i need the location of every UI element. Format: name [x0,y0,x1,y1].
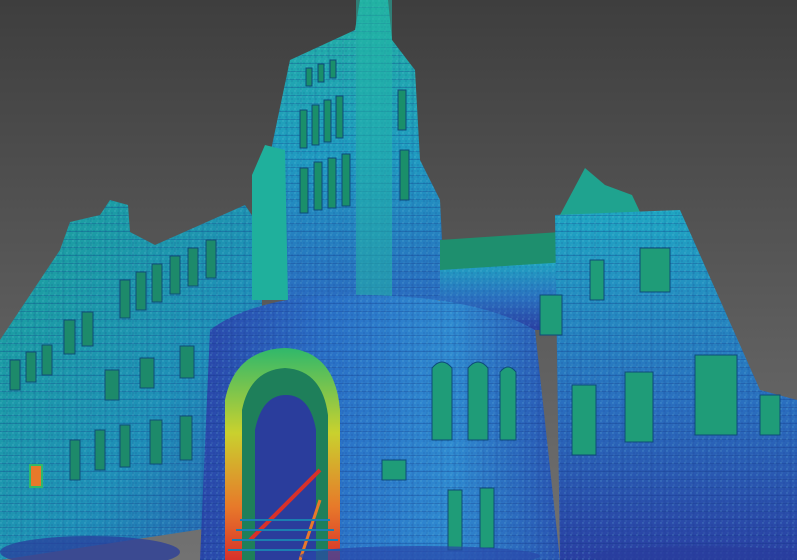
point-cloud-scene [0,0,797,560]
point-cloud-canvas [0,0,797,560]
arched-entrance [225,348,342,560]
warm-window [29,464,43,488]
